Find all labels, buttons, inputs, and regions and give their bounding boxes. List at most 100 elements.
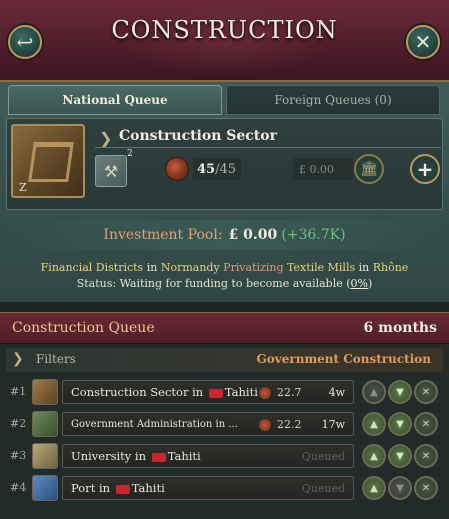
queue-row[interactable]: #2 Government Administration in ... 22.2…	[6, 410, 443, 438]
remove-icon: ✕	[421, 450, 431, 462]
info-state-b[interactable]: Rhône	[373, 261, 409, 274]
queue-item-name: University in Tahiti	[71, 449, 201, 463]
queue-duration: 6 months	[363, 320, 437, 336]
tab-national-queue[interactable]: National Queue	[8, 85, 222, 115]
move-down-button[interactable]: ▼	[388, 412, 412, 436]
scaffold-graphic	[28, 142, 74, 182]
item-place: Tahiti	[224, 385, 258, 399]
filters-chevron-icon[interactable]: ❯	[12, 351, 24, 367]
item-building: Government Administration	[71, 419, 213, 430]
info-line-1: Financial Districts in Normandy Privatiz…	[6, 260, 443, 276]
queue-number: #2	[10, 417, 27, 430]
close-button[interactable]: ✕	[406, 25, 440, 59]
status-percent[interactable]: 0%	[351, 277, 368, 290]
queue-item-bar[interactable]: Construction Sector in Tahiti 22.7 4w	[62, 380, 354, 404]
remove-button[interactable]: ✕	[414, 412, 438, 436]
investment-pool: Investment Pool: £ 0.00 (+36.7K)	[6, 220, 443, 250]
gain-close: )	[340, 227, 346, 243]
wood-icon	[259, 419, 271, 431]
info-building-a[interactable]: Financial Districts	[41, 261, 144, 274]
tools-button[interactable]: ⚒	[95, 155, 127, 187]
item-weeks: 17w	[321, 418, 345, 431]
national-queue-panel: National Queue Foreign Queues (0) Z ❯ Co…	[0, 82, 449, 302]
filters-label[interactable]: Filters	[36, 352, 76, 366]
queue-number: #1	[10, 385, 27, 398]
wood-icon	[259, 387, 271, 399]
queue-item-bar[interactable]: Government Administration in ... 22.2 17…	[62, 412, 354, 436]
status-prefix: Status: Waiting for funding to become av…	[76, 277, 351, 290]
move-down-icon: ▼	[396, 418, 404, 430]
item-building: Port	[71, 481, 96, 495]
sector-title[interactable]: Construction Sector	[119, 128, 277, 144]
queue-row[interactable]: #4 Port in Tahiti Queued ▲ ▼ ✕	[6, 474, 443, 502]
item-in: in	[188, 385, 207, 399]
gain-value: +36.7K	[286, 227, 341, 243]
move-down-button[interactable]: ▼	[388, 476, 412, 500]
item-in: in	[212, 419, 229, 430]
move-up-icon: ▲	[370, 450, 378, 462]
expand-chevron-icon[interactable]: ❯	[99, 129, 112, 148]
info-in-a: in	[143, 261, 161, 274]
move-down-button[interactable]: ▼	[388, 380, 412, 404]
remove-button[interactable]: ✕	[414, 476, 438, 500]
remove-icon: ✕	[421, 482, 431, 494]
info-in-b: in	[355, 261, 373, 274]
status-suffix: )	[367, 277, 373, 290]
bank-button[interactable]: 🏛	[354, 154, 384, 184]
sector-level: 45/45	[193, 158, 241, 180]
info-state-a[interactable]: Normandy	[161, 261, 220, 274]
remove-button[interactable]: ✕	[414, 380, 438, 404]
queue-item-bar[interactable]: Port in Tahiti Queued	[62, 476, 354, 500]
tab-foreign-queues[interactable]: Foreign Queues (0)	[226, 85, 440, 115]
header: CONSTRUCTION ↩ ✕	[0, 0, 449, 82]
level-current: 45	[197, 161, 216, 177]
queue-item-name: Construction Sector in Tahiti	[71, 385, 258, 399]
remove-icon: ✕	[421, 418, 431, 430]
move-up-icon: ▲	[370, 386, 378, 398]
item-building: Construction Sector	[71, 385, 189, 399]
back-button[interactable]: ↩	[8, 25, 42, 59]
government-administration-thumb-icon	[32, 411, 58, 437]
item-rate: 22.7	[277, 386, 302, 399]
university-thumb-icon	[32, 443, 58, 469]
remove-button[interactable]: ✕	[414, 444, 438, 468]
bank-icon: 🏛	[360, 161, 378, 177]
move-down-button[interactable]: ▼	[388, 444, 412, 468]
item-rate: 22.2	[277, 418, 302, 431]
move-up-button[interactable]: ▲	[362, 444, 386, 468]
tools-icon: ⚒	[103, 161, 119, 181]
wood-icon	[165, 157, 189, 181]
sector-image-level: Z	[19, 181, 27, 194]
construction-sector-thumb-icon	[32, 379, 58, 405]
sector-cost: £ 0.00	[293, 158, 353, 180]
level-max: /45	[215, 161, 237, 177]
investment-gain: (+36.7K)	[281, 227, 345, 243]
investment-label: Investment Pool:	[103, 227, 223, 243]
filters-row[interactable]: ❯ Filters Government Construction	[6, 348, 443, 372]
move-up-button[interactable]: ▲	[362, 412, 386, 436]
queue-item-name: Government Administration in ...	[71, 419, 238, 430]
investment-info: Financial Districts in Normandy Privatiz…	[6, 260, 443, 292]
item-in: in	[131, 449, 150, 463]
port-thumb-icon	[32, 475, 58, 501]
move-up-button[interactable]: ▲	[362, 380, 386, 404]
tools-count: 2	[127, 149, 133, 159]
info-building-b[interactable]: Textile Mills	[284, 261, 355, 274]
add-level-button[interactable]: +	[410, 154, 440, 184]
item-weeks: 4w	[328, 386, 345, 399]
item-status: Queued	[301, 482, 345, 495]
back-icon: ↩	[16, 30, 34, 54]
divider	[95, 147, 441, 148]
construction-sector-image[interactable]: Z	[11, 124, 85, 198]
move-up-button[interactable]: ▲	[362, 476, 386, 500]
item-place: Tahiti	[131, 481, 165, 495]
government-construction-label[interactable]: Government Construction	[257, 352, 431, 366]
queue-row[interactable]: #1 Construction Sector in Tahiti 22.7 4w…	[6, 378, 443, 406]
queue-number: #3	[10, 449, 27, 462]
queue-title: Construction Queue	[12, 320, 155, 336]
queue-item-bar[interactable]: University in Tahiti Queued	[62, 444, 354, 468]
queue-number: #4	[10, 481, 27, 494]
plus-icon: +	[416, 157, 434, 181]
queue-row[interactable]: #3 University in Tahiti Queued ▲ ▼ ✕	[6, 442, 443, 470]
item-status: Queued	[301, 450, 345, 463]
